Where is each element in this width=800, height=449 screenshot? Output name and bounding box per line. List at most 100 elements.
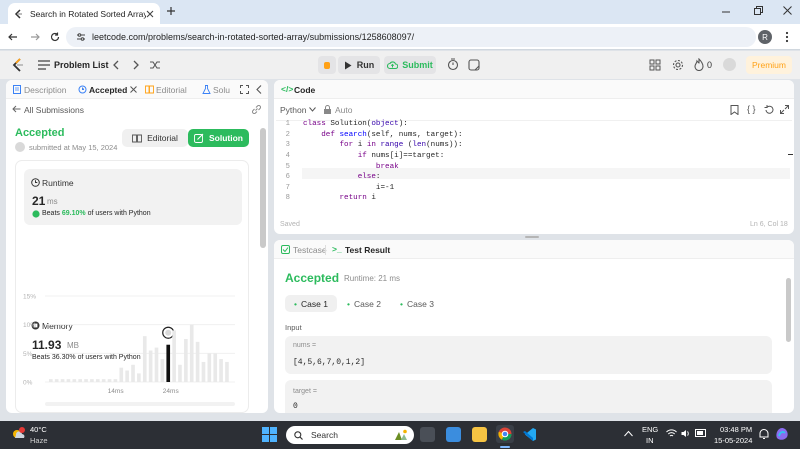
expand-editor-icon[interactable] [780,105,789,114]
prev-problem-icon[interactable] [112,60,120,70]
code-line[interactable]: 8 return i [278,193,778,204]
code-line[interactable]: 5 break [278,161,778,172]
runtime-box[interactable]: Runtime 21 ms Beats 69.10% of users with… [24,169,242,225]
shuffle-icon[interactable] [149,59,161,71]
widgets-icon[interactable] [446,427,461,442]
test-panel-scrollbar[interactable] [786,278,791,342]
code-line[interactable]: 7 i=-1 [278,183,778,194]
chart-bar[interactable] [49,379,53,382]
chart-bar[interactable] [113,379,118,382]
wifi-icon[interactable] [666,429,677,438]
chart-bar[interactable] [119,367,124,382]
premium-button[interactable]: Premium [746,56,792,74]
copilot-icon[interactable] [774,426,790,442]
panel-resize-handle[interactable] [525,236,539,238]
site-info-icon[interactable] [76,32,86,42]
chart-bar[interactable] [125,370,129,382]
code-line[interactable]: 1 class Solution(object): [278,119,778,130]
chart-bar[interactable] [66,379,71,382]
streak-fire-icon[interactable] [694,58,704,71]
chart-bar[interactable] [137,373,141,382]
case-tab-1[interactable]: • Case 1 [285,295,337,312]
url-field[interactable]: leetcode.com/problems/search-in-rotated-… [66,27,756,47]
vscode-icon[interactable] [522,427,537,442]
language-top[interactable]: ENG [642,425,658,434]
reset-code-icon[interactable] [764,105,774,115]
weather-icon[interactable] [10,426,26,442]
code-line[interactable]: 6 else: [278,172,778,183]
chart-range-strip[interactable] [45,402,235,406]
chart-bar[interactable] [225,361,229,382]
chart-bar[interactable] [54,379,59,382]
browser-tab[interactable]: Search in Rotated Sorted Array [8,3,160,24]
language-bottom[interactable]: IN [646,436,654,445]
editorial-button[interactable]: Editorial [122,129,188,147]
close-accepted-tab-icon[interactable] [130,86,137,93]
tab-accepted[interactable]: Accepted [89,85,127,95]
left-panel-scrollbar[interactable] [260,128,266,248]
all-submissions-link[interactable]: All Submissions [24,105,84,115]
submit-button[interactable]: Submit [384,56,436,74]
chart-bar[interactable] [107,379,112,382]
chart-bar[interactable] [72,379,77,382]
forward-arrow-icon[interactable] [30,32,40,42]
profile-avatar[interactable]: R [758,30,772,44]
problem-list-link[interactable]: Problem List [54,60,109,70]
chart-bar[interactable] [142,336,147,382]
settings-gear-icon[interactable] [672,59,684,71]
collapse-panel-icon[interactable] [256,85,262,94]
autocomplete-mode[interactable]: Auto [335,105,353,115]
chart-bar[interactable] [160,359,165,382]
highlighted-bar[interactable] [166,344,171,382]
chart-bar[interactable] [131,364,135,382]
close-tab-icon[interactable] [146,10,154,18]
case-tab-3[interactable]: • Case 3 [391,295,443,312]
chrome-taskbar-slot[interactable] [496,425,514,443]
chart-bar[interactable] [219,359,223,382]
clock-time[interactable]: 03:48 PM [720,425,752,434]
browser-menu-icon[interactable] [785,31,789,43]
chart-bar[interactable] [189,324,194,382]
chart-bar[interactable] [207,353,212,382]
tab-description[interactable]: Description [24,85,67,95]
tab-test-result[interactable]: Test Result [345,245,390,255]
timer-icon[interactable] [447,58,459,71]
chart-bar[interactable] [60,379,65,382]
chart-bar[interactable] [148,350,153,382]
tab-solutions[interactable]: Solu [213,85,230,95]
solution-button[interactable]: Solution [188,129,249,147]
chart-bar[interactable] [84,379,88,382]
format-braces-icon[interactable]: { } [747,104,756,114]
file-explorer-icon[interactable] [472,427,487,442]
chart-bar[interactable] [78,379,82,382]
code-line[interactable]: 4 if nums[i]==target: [278,151,778,162]
bookmark-icon[interactable] [730,105,739,115]
code-line[interactable]: 2 def search(self, nums, target): [278,130,778,141]
clock-date[interactable]: 15-05-2024 [714,436,752,445]
volume-icon[interactable] [681,429,691,438]
layout-grid-icon[interactable] [649,59,661,71]
chart-bar[interactable] [95,379,100,382]
chart-bar[interactable] [201,361,206,382]
chart-bar[interactable] [172,330,176,382]
code-line[interactable]: 3 for i in range (len(nums)): [278,140,778,151]
restore-icon[interactable] [754,6,763,15]
chart-bar[interactable] [154,347,159,382]
language-select[interactable]: Python [280,105,306,115]
chart-bar[interactable] [213,353,218,382]
next-problem-icon[interactable] [132,60,140,70]
back-to-submissions-icon[interactable] [12,105,21,113]
back-arrow-icon[interactable] [8,32,18,42]
battery-icon[interactable] [695,429,707,437]
maximize-panel-icon[interactable] [240,85,249,94]
debug-button[interactable] [318,56,336,74]
chart-bar[interactable] [90,379,94,382]
chart-bar[interactable] [184,339,188,382]
notes-icon[interactable] [468,59,480,71]
case-tab-2[interactable]: • Case 2 [338,295,390,312]
user-avatar[interactable] [723,58,736,71]
windows-start-icon[interactable] [262,427,277,442]
task-view-icon[interactable] [420,427,435,442]
taskbar-search-box[interactable]: Search [286,426,414,444]
chart-bar[interactable] [178,364,182,382]
